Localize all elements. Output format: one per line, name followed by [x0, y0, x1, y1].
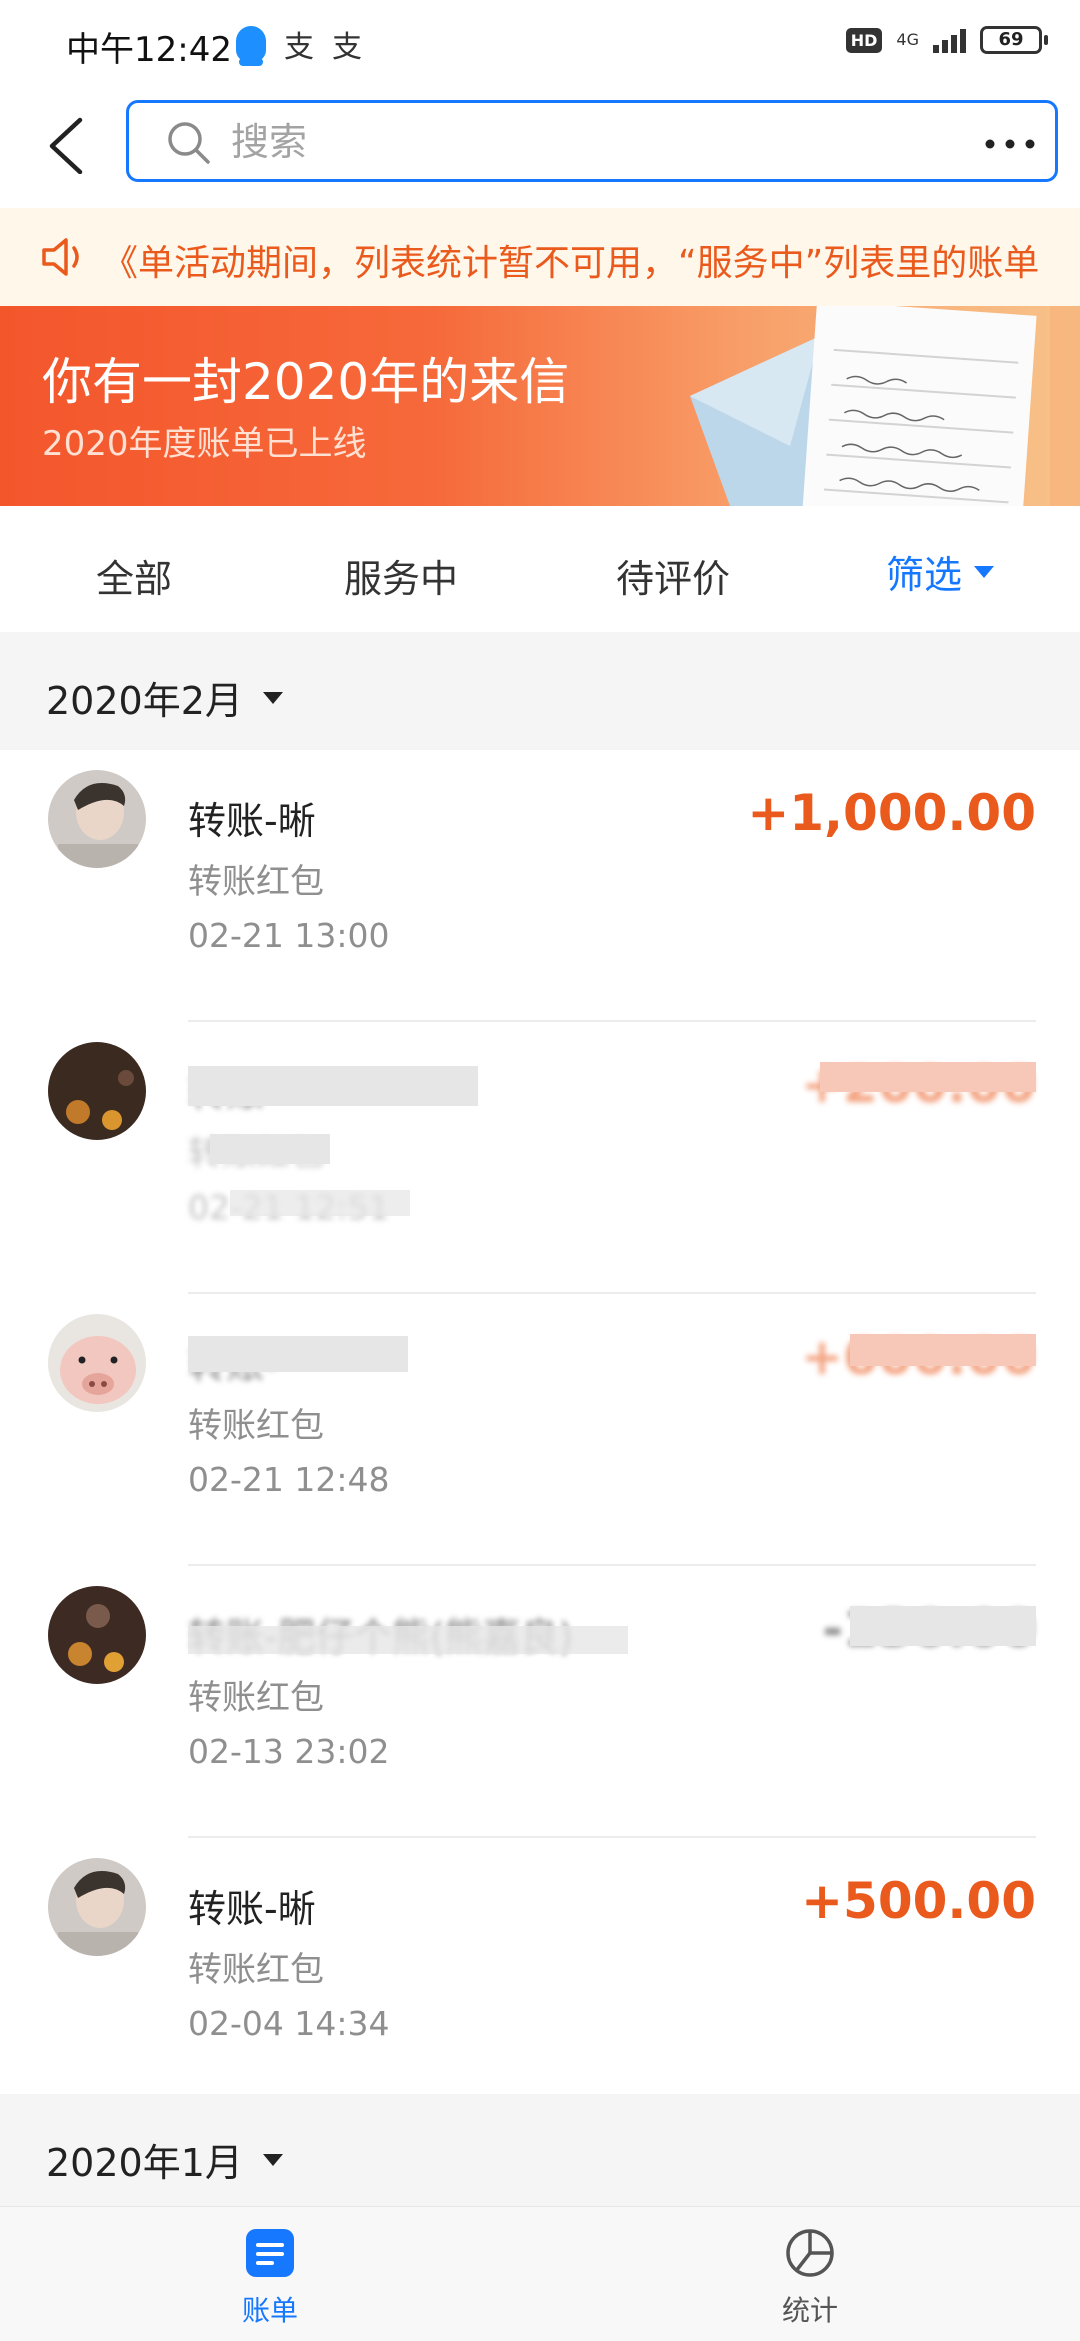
month-label: 2020年2月 — [46, 679, 243, 723]
nav-bills[interactable]: 账单 — [190, 2227, 350, 2329]
redaction-mark — [230, 1190, 410, 1216]
bill-tabs: 全部 服务中 待评价 筛选 — [0, 506, 1080, 632]
redaction-mark — [210, 1134, 330, 1164]
transaction-amount: +1,000.00 — [747, 784, 1036, 842]
transaction-row[interactable]: 转账-晰 转账红包 02-04 14:34 +500.00 — [0, 1838, 1080, 2110]
redaction-mark — [188, 1336, 408, 1372]
month-selector[interactable]: 2020年1月 — [46, 2132, 283, 2187]
banner-subtitle: 2020年度账单已上线 — [42, 424, 367, 464]
alipay-notification-icon: 支 — [332, 30, 362, 65]
avatar — [48, 770, 146, 868]
redaction-mark — [820, 1062, 1036, 1092]
pie-chart-icon — [786, 2229, 834, 2277]
notification-icons: 支 支 — [236, 22, 362, 66]
battery-icon: 69 — [980, 26, 1048, 54]
alipay-notification-icon: 支 — [284, 30, 314, 65]
bottom-nav: 账单 统计 — [0, 2206, 1080, 2341]
avatar — [48, 1314, 146, 1412]
transaction-list: 转账-晰 转账红包 02-21 13:00 +1,000.00 转账- 转账红包… — [0, 750, 1080, 2094]
status-bar: 中午12:42 支 支 HD 4G 69 — [0, 0, 1080, 92]
network-type-label: 4G — [896, 30, 919, 49]
notice-bar[interactable]: 《单活动期间，列表统计暂不可用，“服务中”列表里的账单 — [0, 208, 1080, 306]
search-box[interactable] — [126, 100, 1058, 182]
dropdown-triangle-icon — [262, 691, 283, 704]
dropdown-triangle-icon — [262, 2153, 283, 2166]
avatar — [48, 1858, 146, 1956]
redaction-mark — [188, 1066, 478, 1106]
redaction-mark — [188, 1626, 628, 1654]
nav-stats-label: 统计 — [781, 2294, 838, 2327]
filter-label: 筛选 — [886, 553, 963, 597]
transaction-title: 转账-晰 — [188, 1887, 316, 1931]
transaction-date: 02-21 13:00 — [188, 916, 390, 955]
qq-icon — [236, 26, 266, 66]
status-time: 中午12:42 — [66, 30, 232, 70]
nav-bills-label: 账单 — [241, 2294, 298, 2327]
speaker-icon — [42, 238, 79, 276]
signal-icon — [933, 27, 966, 53]
filter-button[interactable]: 筛选 — [886, 544, 995, 599]
tab-in-service[interactable]: 服务中 — [344, 548, 458, 603]
transaction-row[interactable]: 转账-晰 转账红包 02-21 13:00 +1,000.00 — [0, 750, 1080, 1022]
search-input[interactable] — [229, 115, 1013, 169]
banner-title: 你有一封2020年的来信 — [42, 353, 570, 411]
month-label: 2020年1月 — [46, 2141, 243, 2185]
avatar — [48, 1042, 146, 1140]
back-arrow-icon[interactable] — [40, 114, 100, 174]
more-options-icon[interactable] — [980, 124, 1040, 164]
redaction-mark — [850, 1334, 1036, 1366]
transaction-date: 02-04 14:34 — [188, 2004, 390, 2043]
month-selector[interactable]: 2020年2月 — [46, 670, 283, 725]
hd-icon: HD — [845, 27, 883, 53]
transaction-amount: +500.00 — [801, 1872, 1036, 1930]
transaction-type: 转账红包 — [188, 1678, 324, 1718]
month-header-jan[interactable]: 2020年1月 — [0, 2094, 1080, 2206]
annual-bill-banner[interactable]: 你有一封2020年的来信 2020年度账单已上线 — [0, 306, 1080, 506]
dropdown-triangle-icon — [974, 565, 995, 578]
transaction-date: 02-21 12:48 — [188, 1460, 390, 1499]
notice-text: 《单活动期间，列表统计暂不可用，“服务中”列表里的账单 — [102, 243, 1040, 284]
transaction-type: 转账红包 — [188, 1950, 324, 1990]
tab-all[interactable]: 全部 — [96, 548, 172, 603]
month-header-feb[interactable]: 2020年2月 — [0, 632, 1080, 750]
transaction-type: 转账红包 — [188, 1406, 324, 1446]
system-status-icons: HD 4G 69 — [845, 26, 1048, 54]
transaction-row[interactable]: 转账-肥仔个熊(熊嘉良) 转账红包 02-13 23:02 -130.00 — [0, 1566, 1080, 1838]
nav-bar — [0, 92, 1080, 208]
transaction-title: 转账-晰 — [188, 799, 316, 843]
avatar — [48, 1586, 146, 1684]
tab-to-review[interactable]: 待评价 — [616, 548, 730, 603]
transaction-type: 转账红包 — [188, 862, 324, 902]
transaction-row[interactable]: 转账- 转账红包 02-21 12:48 +600.00 — [0, 1294, 1080, 1566]
transaction-date: 02-13 23:02 — [188, 1732, 390, 1771]
search-icon — [168, 122, 210, 164]
letter-illustration — [690, 306, 1080, 506]
bill-list-icon — [246, 2229, 294, 2277]
redaction-mark — [850, 1606, 1036, 1646]
nav-stats[interactable]: 统计 — [730, 2227, 890, 2329]
transaction-row[interactable]: 转账- 转账红包 02-21 12:51 +200.00 — [0, 1022, 1080, 1294]
